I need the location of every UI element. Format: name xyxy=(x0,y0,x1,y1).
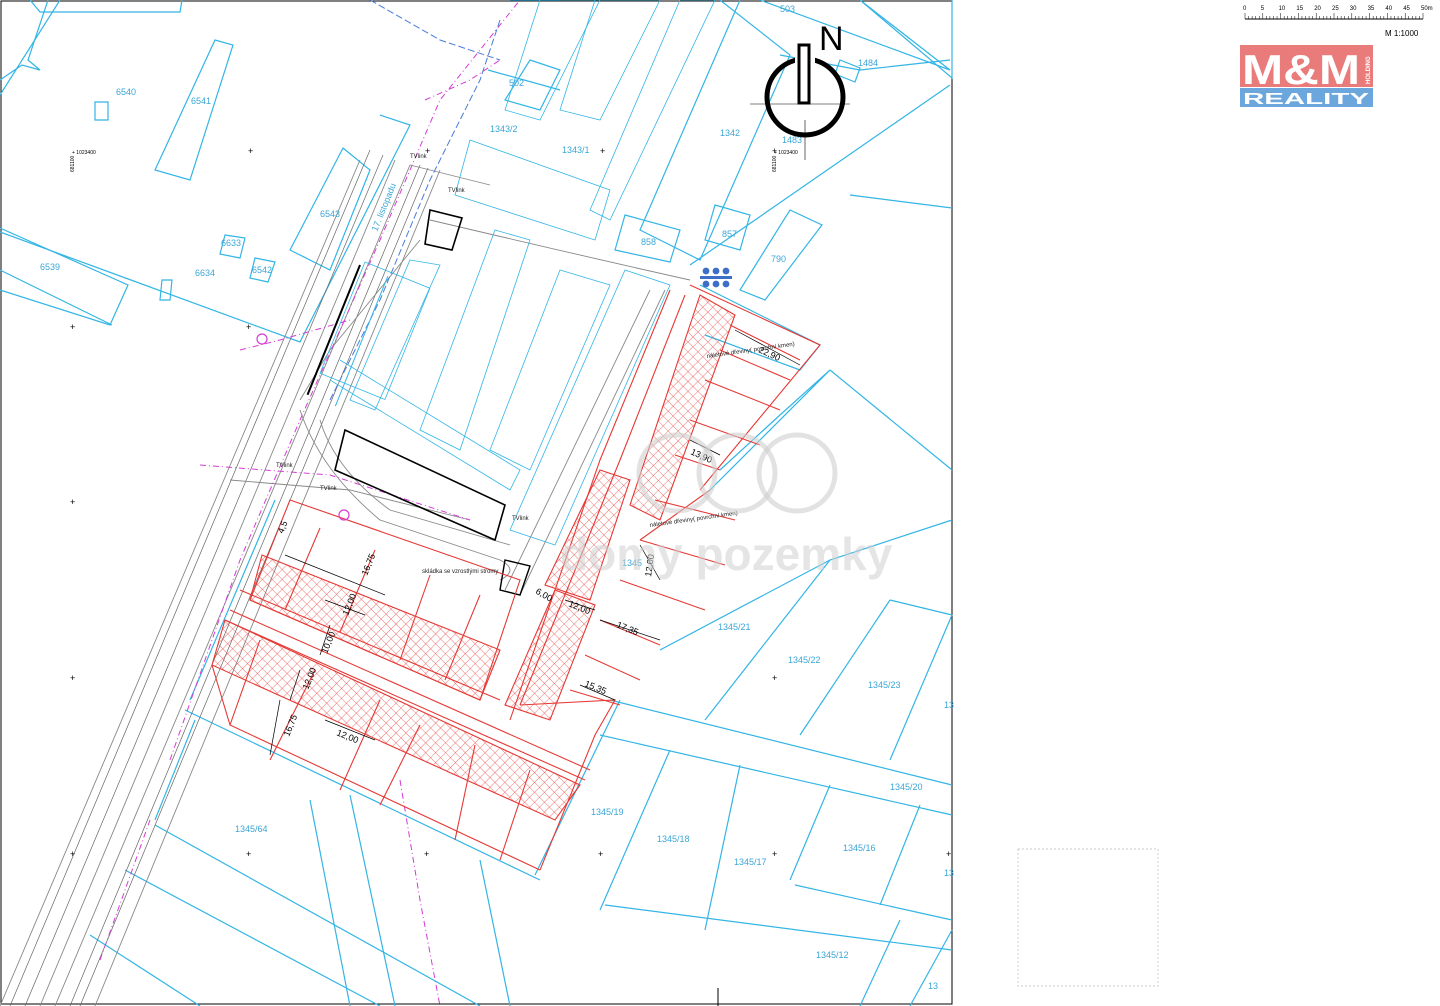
scale-tick-label: 10 xyxy=(1279,6,1286,12)
note-tvlink-4: TVlink xyxy=(320,486,338,492)
parcel-label-6634: 6634 xyxy=(195,268,215,278)
parcel-label-6633: 6633 xyxy=(221,238,241,248)
scale-tick-label: 50m xyxy=(1421,6,1433,12)
note-dump: skládka se vzrostlými stromy xyxy=(422,569,498,575)
empty-stamp-frame xyxy=(1017,848,1159,987)
dimension-label-14: 4,5 xyxy=(276,519,290,534)
svg-text:+: + xyxy=(598,849,603,859)
svg-text:+: + xyxy=(946,849,951,859)
parcel-label-1343-2: 1343/2 xyxy=(490,124,518,134)
coord-label-1: + 1023400 xyxy=(72,150,96,156)
parcel-label-1345-16: 1345/16 xyxy=(843,843,876,853)
note-tvlink-1: TVlink xyxy=(410,154,428,160)
dimension-label-12: 17,35 xyxy=(615,620,640,638)
note-tvlink-2: TVlink xyxy=(448,188,466,194)
parcel-label-13b: 13 xyxy=(944,868,954,878)
scale-tick-label: 35 xyxy=(1368,6,1375,12)
parcel-label-6539: 6539 xyxy=(40,262,60,272)
svg-text:+: + xyxy=(70,673,75,683)
scale-bar: 0 5 10 15 20 25 30 35 40 45 50m M 1:1000 xyxy=(1243,6,1433,38)
cadastral-map: + + + + + + + + + + + + + + + + 1023400 … xyxy=(0,0,1433,1006)
svg-text:+: + xyxy=(70,497,75,507)
parcel-label-1345-23: 1345/23 xyxy=(868,680,901,690)
svg-text:+: + xyxy=(248,146,253,156)
transformer-icon xyxy=(700,267,732,288)
note-tvlink-3: TVlink xyxy=(276,463,294,469)
coord-label-3: 681100 xyxy=(70,155,76,172)
svg-text:+: + xyxy=(424,849,429,859)
dimension-label-13: 15,35 xyxy=(583,679,608,697)
parcel-label-6541: 6541 xyxy=(191,96,211,106)
parcel-label-1343-1: 1343/1 xyxy=(562,145,590,155)
parcel-label-6543: 6543 xyxy=(320,209,340,219)
parcel-label-1484: 1484 xyxy=(858,58,878,68)
scale-caption: M 1:1000 xyxy=(1385,29,1419,38)
parcel-label-1345-20: 1345/20 xyxy=(890,782,923,792)
dimension-label-8: 16,75 xyxy=(282,713,300,738)
parcel-label-790: 790 xyxy=(771,254,786,264)
coord-label-2: + 1023400 xyxy=(774,150,798,156)
svg-text:+: + xyxy=(70,849,75,859)
dimension-label-4: 16,75 xyxy=(360,552,378,577)
parcel-label-502: 502 xyxy=(509,78,524,88)
scale-tick-label: 5 xyxy=(1261,6,1265,12)
svg-text:+: + xyxy=(70,322,75,332)
logo-main-text: M&M xyxy=(1242,46,1360,93)
north-letter: N xyxy=(819,20,844,58)
street-name: 17. listopadu xyxy=(370,182,398,233)
svg-text:+: + xyxy=(246,322,251,332)
logo-side-text: HOLDING xyxy=(1366,56,1372,84)
scale-tick-label: 45 xyxy=(1403,6,1410,12)
svg-text:+: + xyxy=(246,849,251,859)
parcel-label-858: 858 xyxy=(641,237,656,247)
scale-tick-label: 20 xyxy=(1314,6,1321,12)
parcel-label-1345-18: 1345/18 xyxy=(657,834,690,844)
mm-reality-logo: M&M REALITY HOLDING xyxy=(1240,45,1373,108)
scale-tick-label: 0 xyxy=(1243,6,1247,12)
parcel-label-1345-64: 1345/64 xyxy=(235,824,268,834)
parcel-label-857: 857 xyxy=(722,229,737,239)
scale-tick-label: 15 xyxy=(1296,6,1303,12)
parcel-label-1345-12: 1345/12 xyxy=(816,950,849,960)
parcel-label-1345-21: 1345/21 xyxy=(718,622,751,632)
parcel-label-1345-22: 1345/22 xyxy=(788,655,821,665)
parcel-label-6540: 6540 xyxy=(116,87,136,97)
svg-text:+: + xyxy=(772,673,777,683)
parcel-label-1345-19: 1345/19 xyxy=(591,807,624,817)
coord-label-4: 681100 xyxy=(772,155,778,172)
parcel-label-1345-17: 1345/17 xyxy=(734,857,767,867)
watermark-text: domy pozemky xyxy=(560,528,893,580)
parcel-label-13c: 13 xyxy=(928,981,938,991)
scale-tick-label: 25 xyxy=(1332,6,1339,12)
parcel-label-13a: 13 xyxy=(944,700,954,710)
dimension-label-6: 10,00 xyxy=(320,630,338,655)
parcel-label-6542: 6542 xyxy=(252,265,272,275)
svg-text:+: + xyxy=(600,146,605,156)
svg-text:+: + xyxy=(772,849,777,859)
scale-tick-label: 30 xyxy=(1350,6,1357,12)
parcel-label-1342: 1342 xyxy=(720,128,740,138)
note-tvlink-5: TVlink xyxy=(512,516,530,522)
logo-sub-text: REALITY xyxy=(1243,91,1370,108)
utility-lines xyxy=(99,0,521,1006)
parcel-label-503: 503 xyxy=(780,4,795,14)
scale-tick-label: 40 xyxy=(1385,6,1392,12)
